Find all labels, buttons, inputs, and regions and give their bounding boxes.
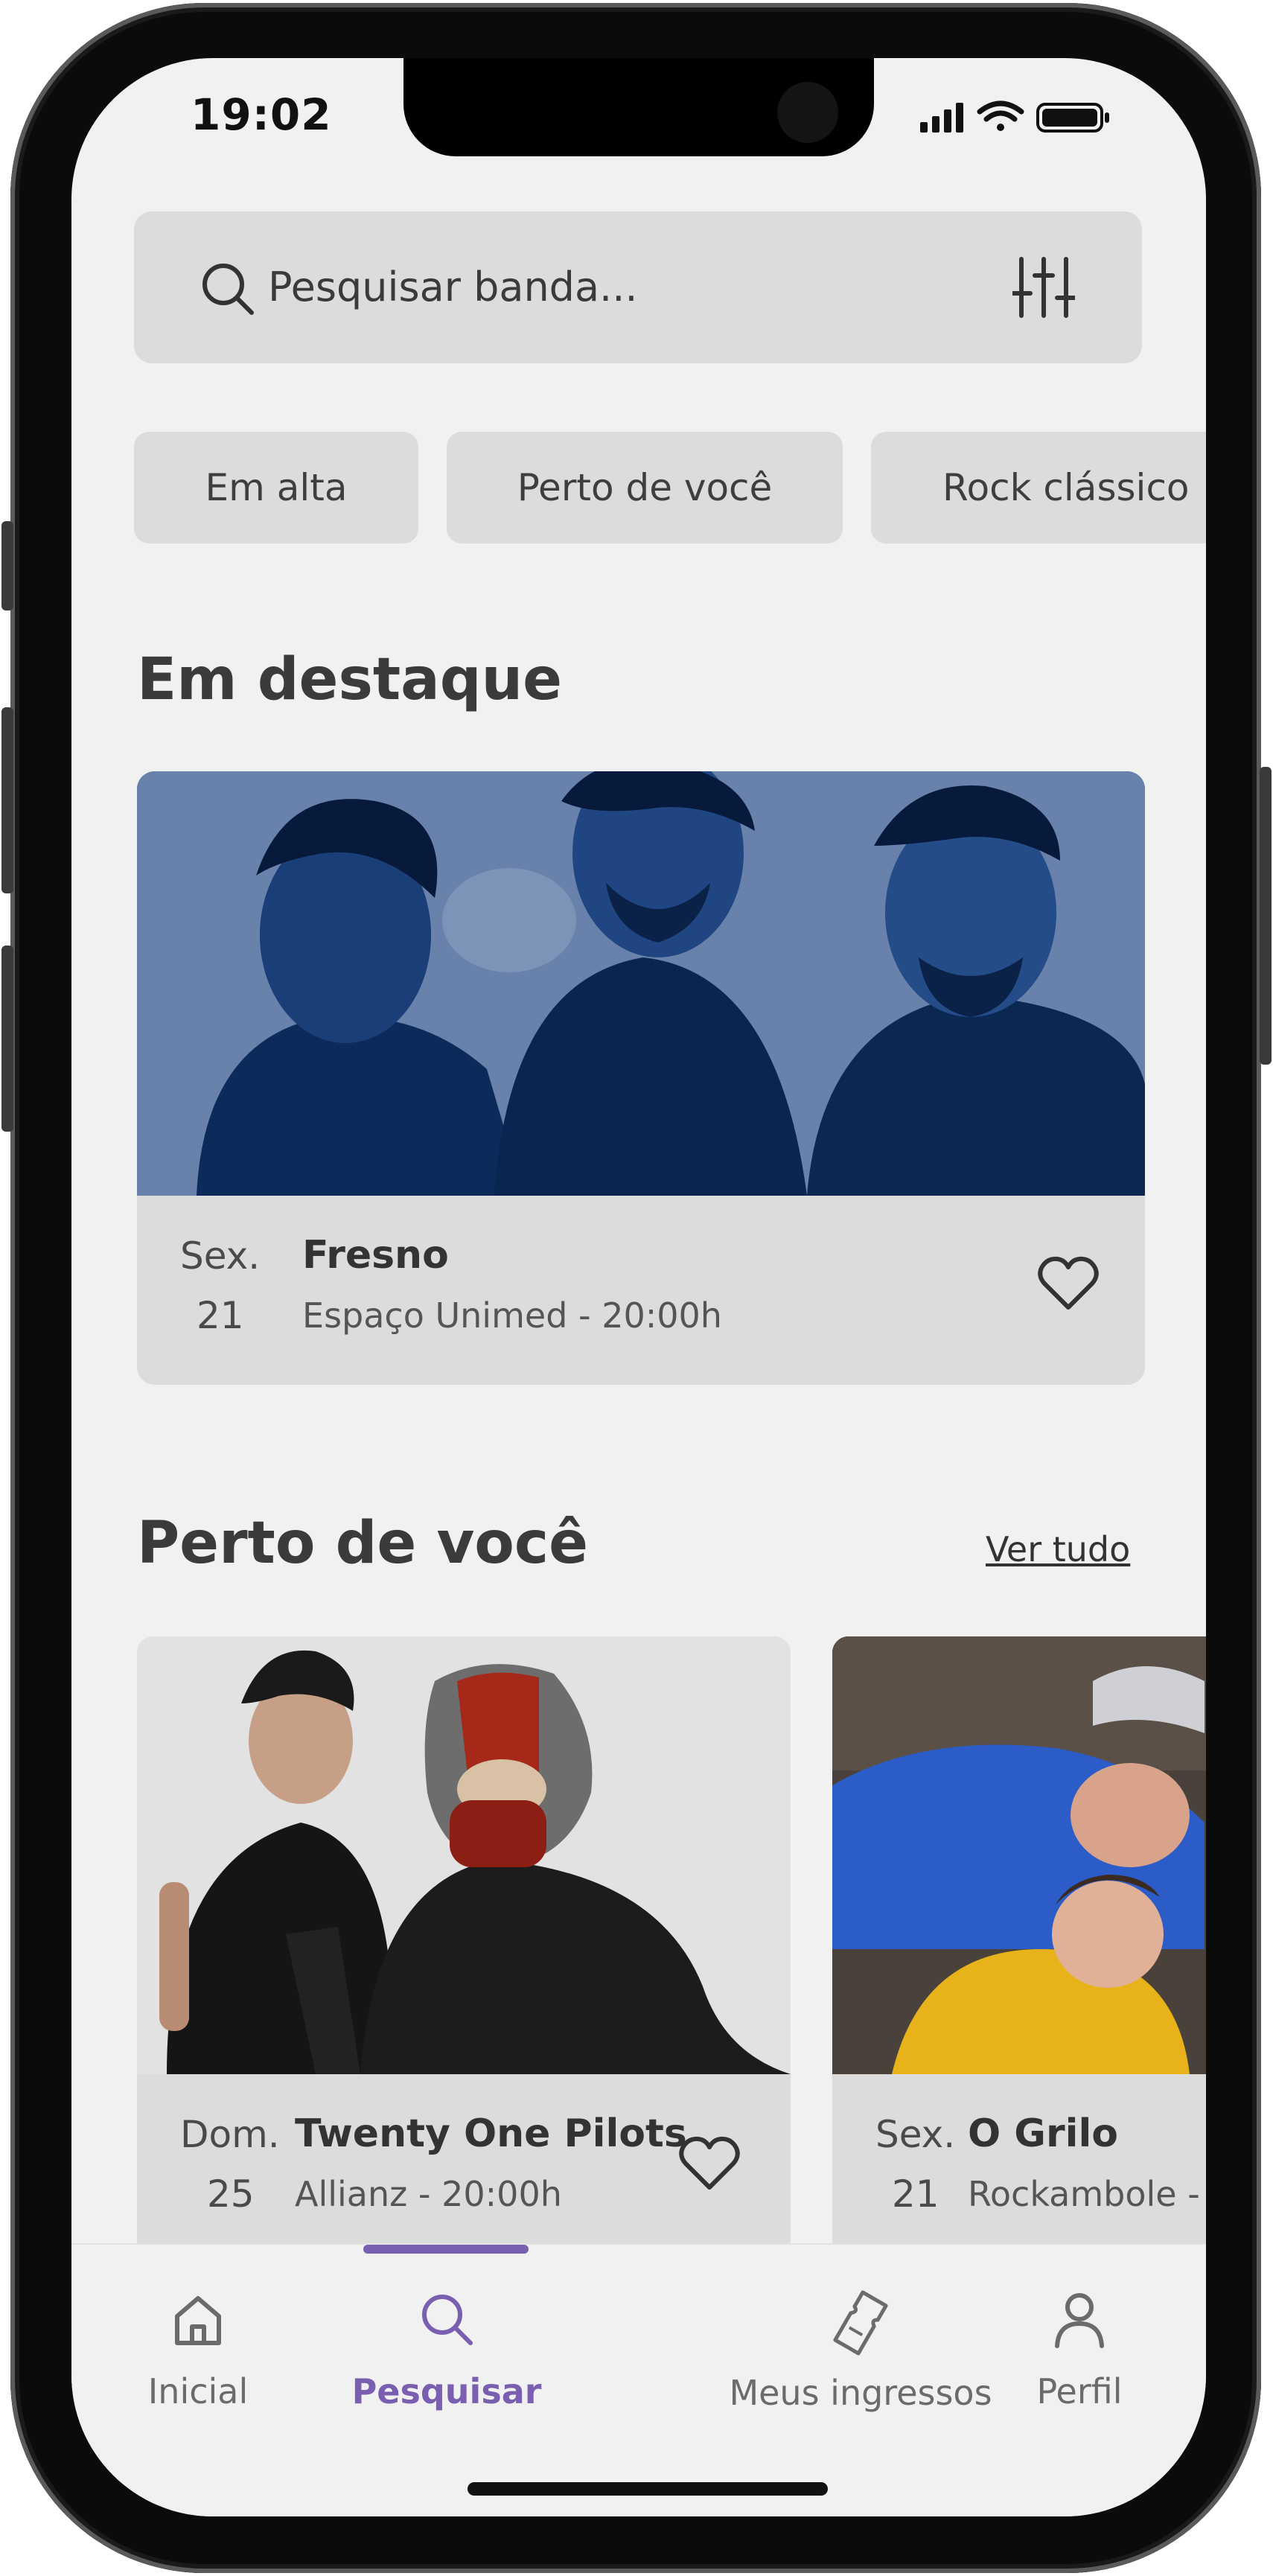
ticket-icon xyxy=(833,2290,888,2356)
home-indicator xyxy=(468,2482,828,2496)
chip-perto-de-voce[interactable]: Perto de você xyxy=(447,432,843,543)
nearby-event-card[interactable]: Dom. 25 Twenty One Pilots Allianz - 20:0… xyxy=(137,1636,791,2306)
signal-icon xyxy=(920,103,963,133)
home-icon xyxy=(175,2296,221,2345)
search-bar[interactable]: Pesquisar banda... xyxy=(134,211,1142,363)
sliders-icon[interactable] xyxy=(1012,255,1075,320)
status-icons xyxy=(920,101,1109,133)
tab-label: Inicial xyxy=(147,2371,249,2411)
tab-bar: Inicial Pesquisar Meus ingressos Perfil xyxy=(71,2243,1206,2516)
event-day-number: 21 xyxy=(197,1294,244,1337)
event-day-label: Sex. xyxy=(875,2113,956,2156)
event-band-name: Twenty One Pilots xyxy=(295,2111,687,2156)
event-venue: Rockambole - 1 xyxy=(968,2174,1206,2214)
search-input[interactable]: Pesquisar banda... xyxy=(268,264,638,310)
nearby-title: Perto de você xyxy=(137,1510,589,1577)
status-time: 19:02 xyxy=(191,89,332,140)
battery-icon xyxy=(1036,103,1109,133)
band-photo-illustration xyxy=(137,771,1145,1196)
band-photo xyxy=(137,1636,791,2074)
nearby-event-card[interactable]: Sex. 21 O Grilo Rockambole - 1 xyxy=(832,1636,1206,2306)
volume-up-button xyxy=(1,707,13,893)
event-band-name: O Grilo xyxy=(968,2111,1119,2156)
search-icon xyxy=(202,264,254,315)
heart-icon[interactable] xyxy=(1038,1255,1099,1312)
mute-switch xyxy=(1,521,13,610)
event-day-label: Dom. xyxy=(180,2113,280,2156)
event-venue: Espaço Unimed - 20:00h xyxy=(302,1295,722,1336)
chip-rock-classico[interactable]: Rock clássico xyxy=(871,432,1206,543)
event-venue: Allianz - 20:00h xyxy=(295,2174,562,2214)
band-photo-illustration xyxy=(832,1636,1206,2074)
active-tab-indicator xyxy=(363,2245,529,2254)
featured-title: Em destaque xyxy=(137,646,563,713)
heart-icon[interactable] xyxy=(679,2135,740,2192)
featured-band-photo xyxy=(137,771,1145,1196)
front-camera xyxy=(777,82,838,143)
screen: 19:02 Pesquisar banda... Em alta Perto d… xyxy=(71,58,1206,2516)
power-button xyxy=(1260,767,1272,1065)
event-band-name: Fresno xyxy=(302,1233,449,1278)
see-all-link[interactable]: Ver tudo xyxy=(986,1529,1130,1569)
tab-perfil[interactable]: Perfil xyxy=(953,2289,1206,2438)
wifi-icon xyxy=(977,101,1024,131)
event-day-label: Sex. xyxy=(180,1234,261,1278)
notch xyxy=(403,58,874,156)
chip-em-alta[interactable]: Em alta xyxy=(134,432,418,543)
search-icon xyxy=(422,2295,473,2345)
volume-down-button xyxy=(1,946,13,1132)
tab-inicial[interactable]: Inicial xyxy=(71,2289,325,2438)
band-photo xyxy=(832,1636,1206,2074)
featured-event-card[interactable]: Sex. 21 Fresno Espaço Unimed - 20:00h xyxy=(137,771,1145,1385)
band-photo-illustration xyxy=(137,1636,791,2074)
event-day-number: 21 xyxy=(892,2172,939,2216)
tab-label: Perfil xyxy=(1036,2371,1123,2411)
user-icon xyxy=(1055,2293,1104,2348)
event-day-number: 25 xyxy=(207,2172,255,2216)
tab-label: Pesquisar xyxy=(351,2371,542,2411)
tab-pesquisar[interactable]: Pesquisar xyxy=(320,2289,573,2438)
